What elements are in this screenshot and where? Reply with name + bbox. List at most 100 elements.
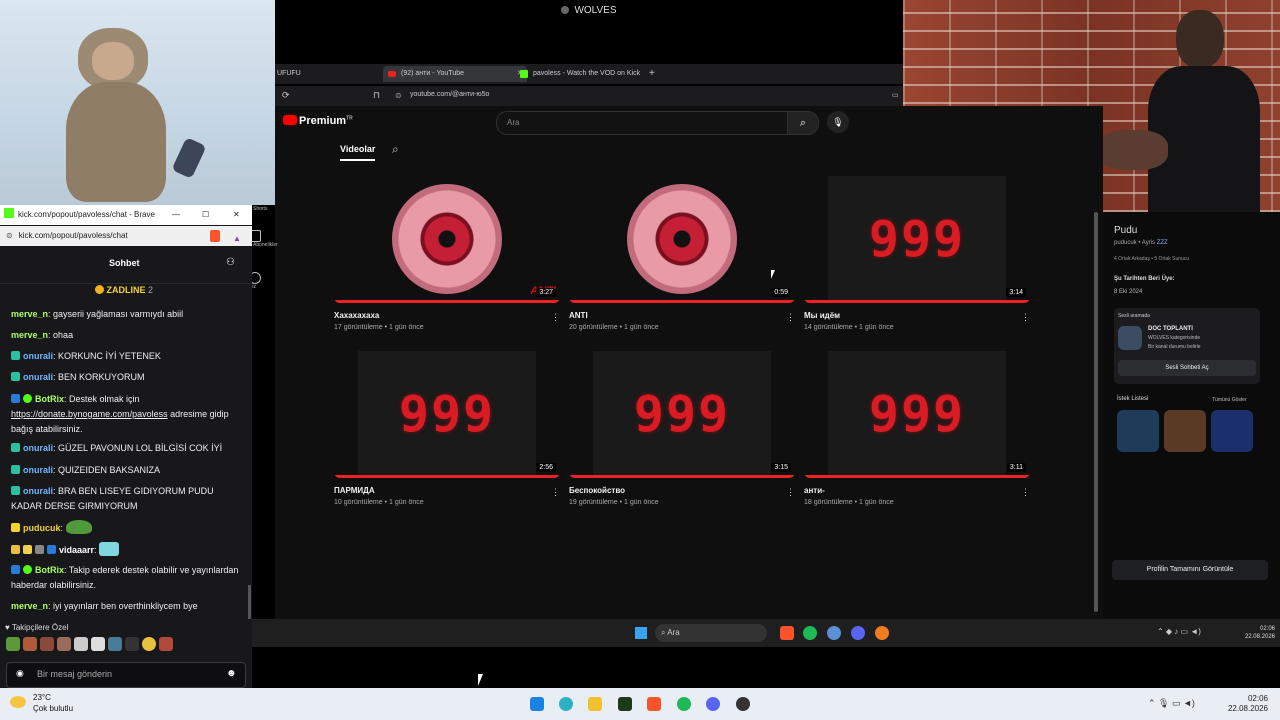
channel-search-icon[interactable]: ⌕ — [392, 142, 399, 157]
maximize-icon[interactable]: ☐ — [202, 205, 209, 225]
video-thumbnail[interactable]: 999 3:11 — [804, 351, 1030, 478]
sidebar-item-you[interactable]: Siz — [249, 272, 283, 290]
reload-icon[interactable]: ⟳ — [282, 90, 290, 101]
tab-youtube[interactable]: (92) анти - YouTube ✕ — [383, 66, 527, 82]
chat-message-input[interactable]: ◉ Bir mesaj gönderin ☻ — [6, 662, 246, 688]
discord-icon[interactable] — [706, 697, 720, 711]
view-full-profile-button[interactable]: Profilin Tamamını Görüntüle — [1112, 560, 1268, 580]
weather-widget[interactable]: 23°C Çok bulutlu — [10, 693, 90, 715]
video-title[interactable]: анти- — [804, 486, 825, 495]
more-options-icon[interactable]: ⋮ — [551, 487, 560, 498]
sidebar-item-shorts[interactable]: Shorts — [253, 206, 267, 212]
more-options-icon[interactable]: ⋮ — [1021, 312, 1030, 323]
wishlist-item[interactable] — [1211, 410, 1253, 452]
chat-message: onurali: KORKUNC İYİ YETENEK — [11, 349, 241, 364]
start-icon[interactable] — [530, 697, 544, 711]
more-options-icon[interactable]: ⋮ — [786, 487, 795, 498]
search-input[interactable]: Ara — [496, 111, 788, 135]
site-info-icon[interactable]: ⊜ — [395, 91, 402, 100]
pinned-gifter[interactable]: ZADLINE 2 — [95, 285, 153, 295]
chat-message: onurali: BEN KORKUYORUM — [11, 370, 241, 385]
spotify-icon[interactable] — [677, 697, 691, 711]
brave-rewards-icon[interactable]: ▲ — [233, 229, 241, 249]
emote-icon[interactable] — [23, 637, 37, 651]
edge-icon[interactable] — [559, 697, 573, 711]
emote-icon[interactable] — [91, 637, 105, 651]
donate-link[interactable]: https://donate.bynogame.com/pavoless — [11, 409, 168, 419]
emote-icon[interactable] — [40, 637, 54, 651]
url-field[interactable]: youtube.com/@анти-ю5о — [410, 91, 489, 98]
new-tab-button[interactable]: + — [649, 66, 661, 82]
kick-badge-icon — [11, 523, 20, 532]
wishlist-item[interactable] — [1117, 410, 1159, 452]
app-icon[interactable] — [736, 697, 750, 711]
video-thumbnail[interactable]: 999 3:15 — [569, 351, 795, 478]
tab-kick[interactable]: pavoless - Watch the VOD on Kick — [515, 66, 663, 82]
mutual-info[interactable]: 4 Ortak Arkadaş • 5 Ortak Sunucu — [1114, 256, 1189, 262]
video-meta: 14 görüntüleme • 1 gün önce — [804, 324, 894, 331]
emote-icon[interactable] — [125, 637, 139, 651]
emote-bar[interactable] — [6, 637, 196, 653]
spotify-icon[interactable] — [803, 626, 817, 640]
search-button[interactable]: ⌕ — [787, 111, 819, 135]
pepe-emote-icon — [65, 520, 92, 534]
site-info-icon[interactable]: ⊜ — [6, 231, 13, 240]
emoji-icon[interactable]: ☻ — [226, 668, 237, 679]
emote-icon[interactable] — [159, 637, 173, 651]
video-thumbnail[interactable]: 0:59 — [569, 176, 795, 303]
voice-card: Sesli aramada DOC TOPLANTI WOLVES katego… — [1114, 308, 1260, 384]
emote-icon[interactable] — [74, 637, 88, 651]
tab-videos[interactable]: Videolar — [340, 144, 376, 161]
emote-icon[interactable] — [142, 637, 156, 651]
brave-icon[interactable] — [647, 697, 661, 711]
taskbar-search[interactable]: ⌕ Ara — [655, 624, 767, 642]
emote-icon[interactable] — [57, 637, 71, 651]
youtube-logo[interactable]: PremiumTR — [283, 115, 353, 127]
emote-icon — [99, 542, 120, 556]
bookmark-icon[interactable]: ⊓ — [373, 90, 380, 101]
file-explorer-icon[interactable] — [588, 697, 602, 711]
wishlist-show-all[interactable]: Tümünü Göster — [1212, 397, 1247, 403]
clock[interactable]: 02:06 22.08.2026 — [1222, 694, 1268, 714]
chat-settings-icon[interactable]: ◉ — [16, 668, 24, 679]
video-thumbnail[interactable]: 999 2:56 — [334, 351, 560, 478]
tray-icons[interactable]: ⌃ 🎙 ▭ ◄) — [1148, 698, 1195, 709]
page-scrollbar[interactable] — [1094, 212, 1098, 612]
open-voice-button[interactable]: Sesli Sohbeti Aç — [1118, 360, 1256, 376]
video-title[interactable]: Беспокойство — [569, 486, 625, 495]
emote-icon[interactable] — [108, 637, 122, 651]
video-thumbnail[interactable]: 999 3:14 — [804, 176, 1030, 303]
tray-icons[interactable]: ⌃ ◆ ♪ ▭ ◄) — [1157, 627, 1201, 636]
video-title[interactable]: Хахахахаха — [334, 311, 379, 320]
more-options-icon[interactable]: ⋮ — [1021, 487, 1030, 498]
video-title[interactable]: ПАРМИДА — [334, 486, 375, 495]
video-title[interactable]: Мы идём — [804, 311, 840, 320]
sidebar-item-subscriptions[interactable]: Abonelikler — [249, 230, 283, 248]
bot-badge-icon — [11, 394, 20, 403]
subscriber-badge-icon — [11, 372, 20, 381]
start-icon[interactable] — [635, 627, 647, 639]
video-meta: 18 görüntüleme • 1 gün önce — [804, 499, 894, 506]
wishlist-item[interactable] — [1164, 410, 1206, 452]
brave-icon[interactable] — [780, 626, 794, 640]
tab-ufufu[interactable]: UFUFU — [259, 66, 357, 82]
terminal-icon[interactable] — [618, 697, 632, 711]
video-title[interactable]: ANTI — [569, 311, 588, 320]
discord-icon[interactable] — [851, 626, 865, 640]
app-icon[interactable] — [827, 626, 841, 640]
chat-scrollbar[interactable] — [248, 585, 251, 619]
chat-users-icon[interactable]: ⚇ — [226, 257, 235, 268]
video-thumbnail[interactable]: ANTI 3:27 — [334, 176, 560, 303]
brave-shield-icon[interactable] — [210, 230, 220, 242]
more-options-icon[interactable]: ⋮ — [786, 312, 795, 323]
sidebar-toggle-icon[interactable]: ▭ — [892, 91, 899, 99]
chat-url[interactable]: kick.com/popout/pavoless/chat — [19, 231, 128, 240]
more-options-icon[interactable]: ⋮ — [551, 312, 560, 323]
clock[interactable]: 02:06 22.08.2026 — [1237, 625, 1275, 641]
close-icon[interactable]: ✕ — [233, 205, 240, 225]
app-icon[interactable] — [875, 626, 889, 640]
voice-search-button[interactable]: 🎙 — [827, 111, 849, 133]
minimize-icon[interactable]: — — [172, 205, 180, 225]
chat-message: BotRix: Takip ederek destek olabilir ve … — [11, 565, 239, 590]
emote-icon[interactable] — [6, 637, 20, 651]
